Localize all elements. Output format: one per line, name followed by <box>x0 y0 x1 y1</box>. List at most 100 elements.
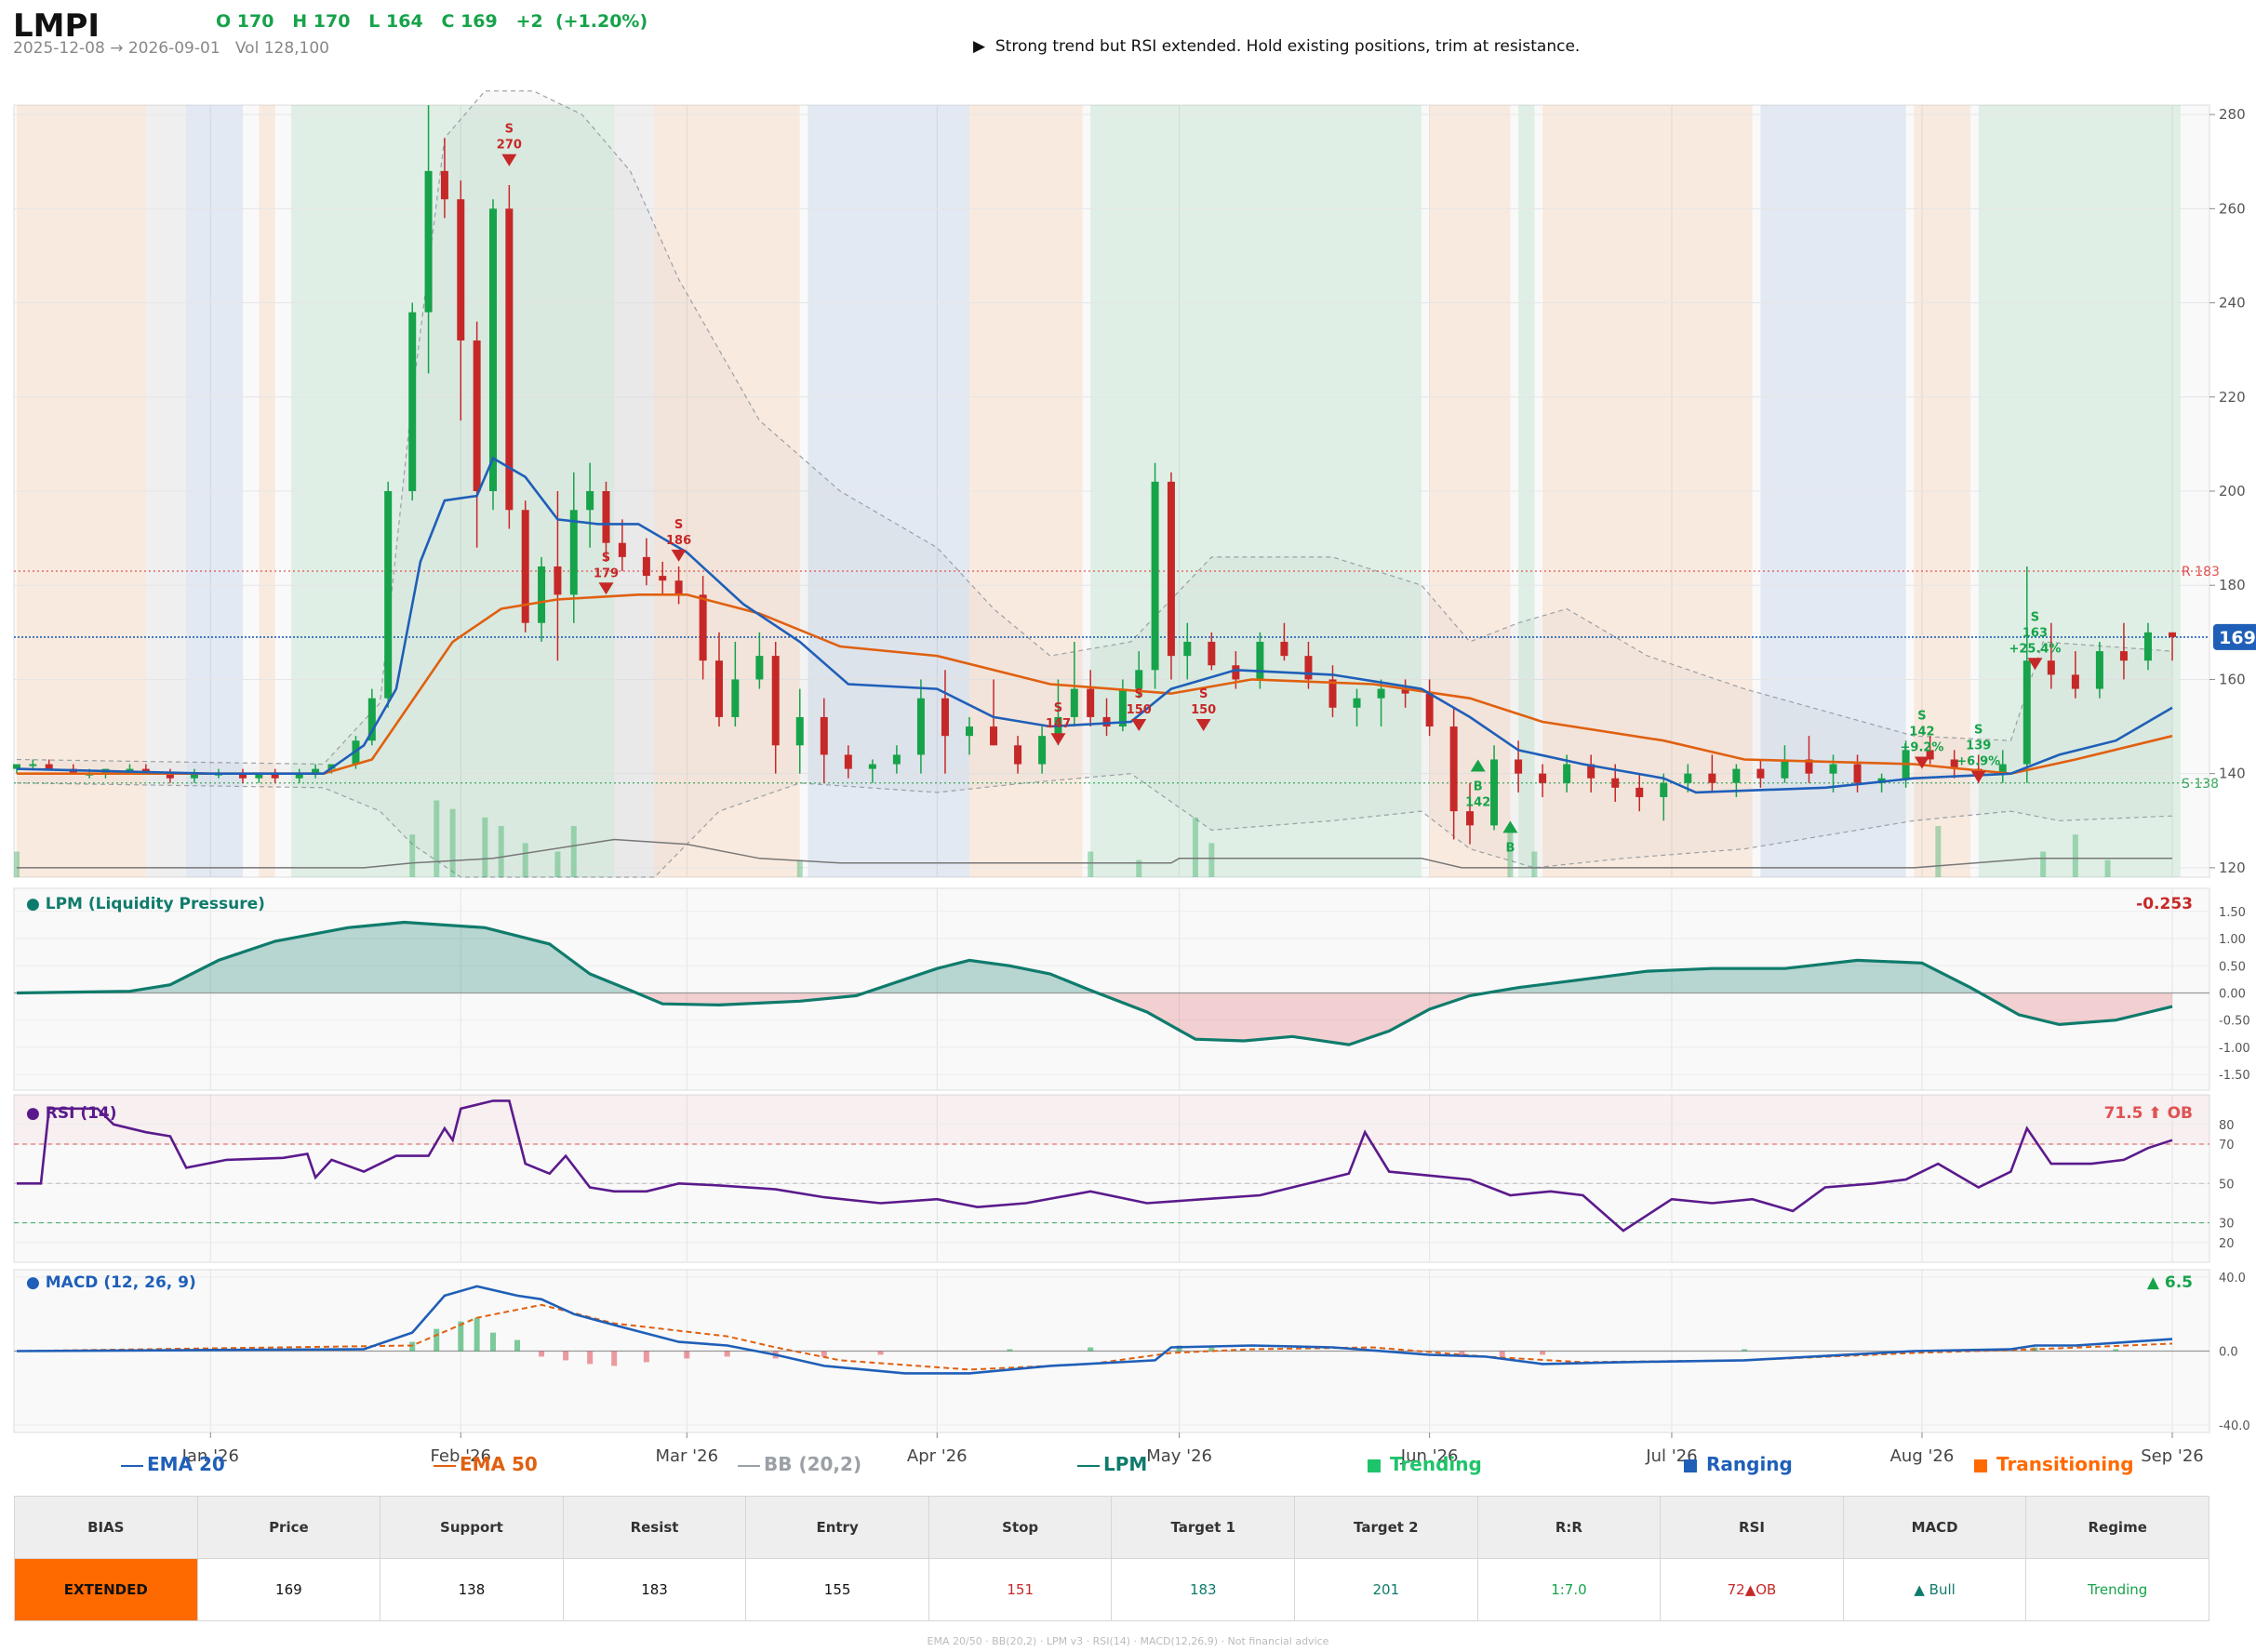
candle-body <box>1466 811 1475 826</box>
price-tick-label: 240 <box>2219 295 2246 312</box>
candle-body <box>440 170 448 200</box>
candle-body <box>1611 778 1620 788</box>
legend-lpm: LPM <box>1077 1453 1147 1475</box>
header-regime: Regime <box>2025 1496 2209 1559</box>
value-support: 138 <box>380 1558 564 1621</box>
macd-histogram-bar <box>539 1351 545 1357</box>
candle-body <box>1070 688 1078 717</box>
candle-body <box>1167 481 1175 657</box>
macd-histogram-bar <box>474 1317 480 1352</box>
candle-body <box>1449 726 1458 812</box>
candle-body <box>45 764 53 769</box>
macd-histogram-bar <box>643 1351 649 1363</box>
rsi-tick-label: 70 <box>2219 1139 2235 1152</box>
candle-body <box>1038 736 1047 765</box>
macd-histogram-bar <box>2113 1349 2119 1352</box>
signal-label: S <box>1054 701 1062 715</box>
legend-line-icon <box>434 1464 456 1467</box>
candle-body <box>1425 693 1434 727</box>
lpm-tick-label: -1.50 <box>2219 1069 2250 1083</box>
lpm-tick-label: 0.00 <box>2219 988 2246 1002</box>
volume-bar <box>434 800 440 877</box>
volume-bar <box>2072 834 2078 877</box>
candle-body <box>965 726 973 737</box>
x-tick-label: Sep '26 <box>2141 1446 2204 1466</box>
legend-square-icon <box>1684 1459 1697 1472</box>
rsi-tick-label: 80 <box>2219 1119 2235 1133</box>
candle-body <box>1151 481 1159 671</box>
value-regime: Trending <box>2025 1558 2209 1621</box>
macd-value: ▲ 6.5 <box>2147 1273 2193 1292</box>
signal-label: 139 <box>1966 739 1991 753</box>
x-tick-label: Aug '26 <box>1890 1446 1955 1466</box>
candle-body <box>2071 674 2079 689</box>
candle-body <box>2047 660 2055 675</box>
signal-label: S <box>1917 710 1926 724</box>
candle <box>505 185 514 529</box>
candle-body <box>659 576 667 581</box>
candle-body <box>1684 773 1692 783</box>
candle-body <box>2143 632 2152 661</box>
signal-label: S <box>1135 687 1143 701</box>
macd-tick-label: 40.0 <box>2219 1272 2246 1286</box>
header-stop: Stop <box>928 1496 1113 1559</box>
price-tick-label: 180 <box>2219 577 2246 593</box>
chart-canvas[interactable]: 120 140 160 180 200 220 240 260 280 R 183 S 138 169… <box>0 0 2256 1488</box>
rsi-tick-label: 50 <box>2219 1178 2235 1192</box>
value-rr: 1:7.0 <box>1476 1558 1662 1621</box>
legend-bb: BB (20,2) <box>738 1453 861 1475</box>
value-target1: 183 <box>1111 1558 1296 1621</box>
candle-body <box>916 698 925 755</box>
legend-square-icon <box>1974 1459 1987 1472</box>
candle-body <box>602 491 610 543</box>
candle-body <box>941 698 949 737</box>
x-tick-label: May '26 <box>1146 1446 1212 1466</box>
x-tick-label: Apr '26 <box>907 1446 968 1466</box>
signal-label: +25.4% <box>2009 642 2061 656</box>
header-bias: BIAS <box>14 1496 198 1559</box>
table-value-row: EXTENDED 169 138 183 155 151 183 201 1:7… <box>14 1558 2209 1621</box>
volume-bar <box>1531 851 1538 877</box>
price-tick-label: 120 <box>2219 859 2246 876</box>
candle-body <box>554 566 562 595</box>
candle-body <box>424 170 433 313</box>
value-stop: 151 <box>928 1558 1113 1621</box>
signal-label: 147 <box>1046 717 1071 731</box>
legend-transitioning: Transitioning <box>1974 1453 2134 1475</box>
lpm-tick-label: -1.00 <box>2219 1042 2250 1056</box>
macd-histogram-bar <box>514 1339 521 1352</box>
trade-summary-table: BIAS Price Support Resist Entry Stop Tar… <box>14 1496 2209 1621</box>
macd-histogram-bar <box>877 1351 884 1355</box>
value-rsi: 72▲OB <box>1660 1558 1844 1621</box>
macd-histogram-bar <box>409 1341 416 1352</box>
candle-body <box>1087 688 1095 717</box>
signal-label: B <box>1505 841 1515 855</box>
candle-body <box>618 542 626 557</box>
signal-label: S <box>1199 687 1208 701</box>
candle-body <box>408 312 417 491</box>
candle-body <box>1490 759 1499 826</box>
header-entry: Entry <box>745 1496 929 1559</box>
candle-body <box>488 208 497 491</box>
signal-label: 186 <box>666 534 691 548</box>
candle-body <box>1732 768 1741 783</box>
candle-body <box>2022 660 2031 765</box>
legend-line-icon <box>1077 1464 1100 1467</box>
candle-body <box>1781 759 1789 779</box>
candle-body <box>820 716 828 755</box>
macd-histogram-bar <box>1742 1349 1748 1352</box>
macd-histogram-bar <box>489 1332 496 1352</box>
candle-body <box>1232 665 1240 680</box>
candle-body <box>1660 782 1668 797</box>
volume-bar <box>1935 826 1942 877</box>
signal-label: S <box>602 551 610 565</box>
macd-title: ● MACD (12, 26, 9) <box>26 1273 196 1292</box>
candle-body <box>586 491 594 511</box>
macd-histogram-bar <box>724 1351 730 1357</box>
candle-body <box>990 726 998 746</box>
candle-body <box>868 764 876 769</box>
signal-label: S <box>2031 610 2039 624</box>
header-target1: Target 1 <box>1111 1496 1296 1559</box>
signal-label: 179 <box>594 566 619 580</box>
macd-histogram-bar <box>1007 1349 1013 1352</box>
